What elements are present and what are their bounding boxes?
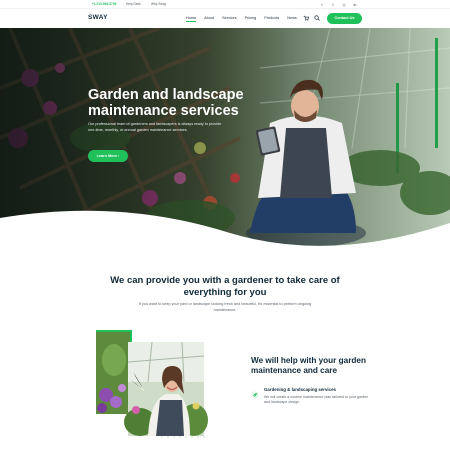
service-title: Gardening & landscaping services (264, 387, 336, 392)
contact-us-button[interactable]: Contact Us (327, 13, 362, 24)
search-icon[interactable] (314, 15, 320, 21)
hero-title: Garden and landscape maintenance service… (88, 87, 244, 119)
why-sway-link[interactable]: Why Sway (151, 2, 166, 6)
phone-number[interactable]: +1 212-946-2706 (92, 2, 116, 6)
site-logo[interactable]: SWAY (88, 14, 108, 21)
nav-item-home[interactable]: Home (186, 16, 197, 22)
help-title: We will help with your garden maintenanc… (251, 356, 366, 375)
main-nav: SWAY Home About Services Pricing Product… (0, 9, 450, 28)
linkedin-icon[interactable]: in (352, 2, 358, 8)
twitter-icon[interactable]: t (330, 2, 336, 8)
instagram-icon[interactable]: ◎ (341, 2, 347, 8)
learn-more-button[interactable]: Learn More › (88, 150, 128, 162)
arrow-right-icon: › (118, 154, 120, 158)
leaf-icon (251, 386, 259, 399)
nav-item-pricing[interactable]: Pricing (245, 16, 257, 20)
cart-icon[interactable] (303, 15, 310, 21)
nav-item-services[interactable]: Services (222, 16, 237, 20)
hero-section: Garden and landscape maintenance service… (0, 28, 450, 250)
service-description: We will create a custom maintenance plan… (264, 395, 369, 405)
nav-item-products[interactable]: Products (264, 16, 279, 20)
hero-background-image (0, 28, 450, 250)
nav-item-about[interactable]: About (204, 16, 214, 20)
intro-title: We can provide you with a gardener to ta… (110, 275, 340, 298)
gardener-photo-block (92, 330, 212, 440)
intro-subtitle: If you want to keep your yard or landsca… (138, 302, 312, 312)
nav-menu: Home About Services Pricing Products New… (186, 16, 305, 22)
help-desk-link[interactable]: Help Desk (126, 2, 141, 6)
nav-item-news[interactable]: News (287, 16, 297, 20)
learn-more-label: Learn More (96, 154, 118, 158)
hero-subtitle: Our professional team of gardeners and l… (88, 122, 222, 132)
top-bar: +1 212-946-2706 Help Desk Why Sway f t ◎… (0, 0, 450, 9)
facebook-icon[interactable]: f (319, 2, 325, 8)
